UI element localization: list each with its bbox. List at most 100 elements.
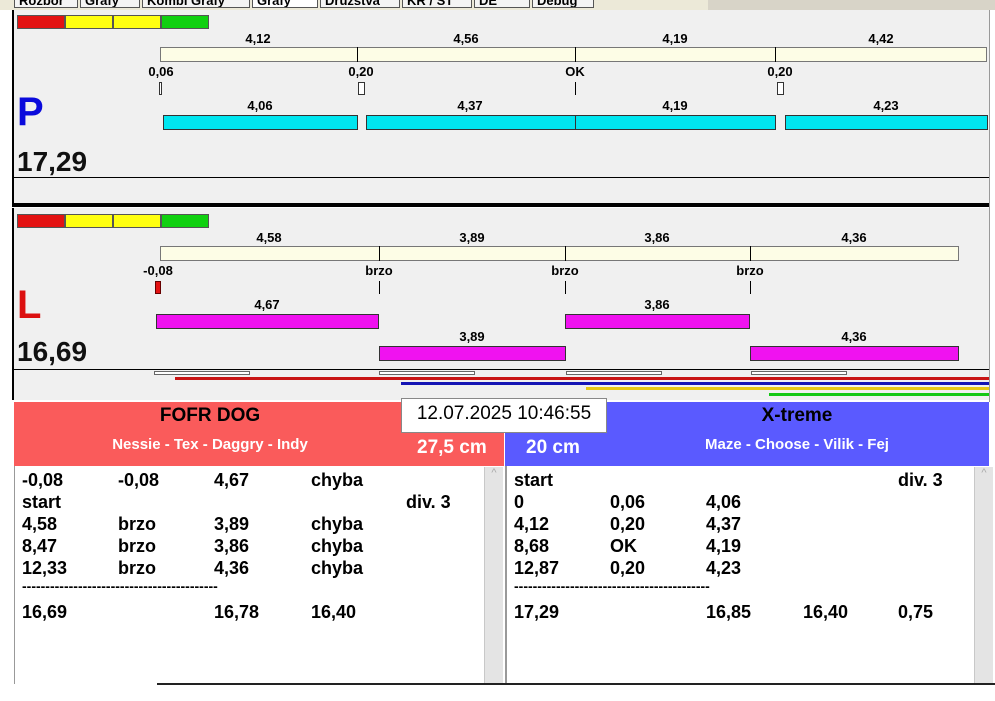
p-run-bar-3	[575, 115, 776, 130]
l-ruler-label-1: 4,58	[256, 230, 282, 245]
list-cell: 4,67	[214, 470, 250, 490]
l-baseline	[12, 369, 990, 370]
light-yellow-1	[65, 15, 113, 29]
l-run-bar-4	[750, 346, 959, 361]
side-label-p: P	[17, 90, 44, 134]
l-run-bar-1	[156, 314, 379, 329]
datetime-display: 12.07.2025 10:46:55	[401, 398, 607, 433]
list-cell: 8,68	[514, 536, 550, 556]
list-cell: brzo	[118, 536, 156, 556]
p-total-time: 17,29	[17, 146, 88, 177]
list-cell: 8,47	[22, 536, 58, 556]
l-run-label-2: 3,89	[459, 329, 485, 344]
summary-cell: 16,69	[22, 602, 68, 622]
list-cell: -0,08	[118, 470, 160, 490]
tab-druzstva[interactable]: Družstva	[320, 0, 400, 8]
list-cell: 3,86	[214, 536, 250, 556]
l-reaction-label-2: brzo	[365, 263, 393, 278]
l-ruler-tick	[565, 246, 566, 261]
list-cell: 4,12	[514, 514, 550, 534]
tab-debug[interactable]: Debug	[532, 0, 594, 8]
compare-segment	[566, 371, 662, 375]
right-team-members: Maze - Choose - Vilik - Fej	[705, 436, 889, 453]
list-cell: 4,36	[214, 558, 250, 578]
l-reaction-tick	[379, 281, 380, 294]
compare-segment	[154, 371, 250, 375]
left-team-name: FOFR DOG	[159, 405, 261, 426]
right-team-name: X-treme	[761, 405, 833, 426]
p-reaction-box	[358, 82, 365, 95]
tab-rozbor[interactable]: Rozbor	[14, 0, 78, 8]
list-separator: ----------------------------------------…	[22, 578, 218, 594]
list-cell: 0	[514, 492, 525, 512]
compare-segment	[751, 371, 847, 375]
list-separator: ----------------------------------------…	[514, 578, 710, 594]
compare-segment	[379, 371, 475, 375]
l-ruler-label-3: 3,86	[644, 230, 670, 245]
light-red	[17, 214, 65, 228]
right-team-height: 20 cm	[526, 437, 580, 458]
tab-kombi-grafy[interactable]: Kombi Grafy	[142, 0, 250, 8]
tab-kr-st[interactable]: KR / ST	[402, 0, 472, 8]
p-ruler-label-3: 4,19	[662, 31, 688, 46]
summary-cell: 17,29	[514, 602, 560, 622]
bottom-border	[157, 683, 995, 685]
list-cell: 12,33	[22, 558, 68, 578]
list-cell: 4,37	[706, 514, 742, 534]
left-team-height: 27,5 cm	[417, 437, 487, 458]
tab-grafy-active[interactable]: Grafy	[252, 0, 318, 8]
list-cell: chyba	[311, 536, 364, 556]
p-baseline	[12, 177, 990, 178]
compare-bar-blue	[401, 382, 989, 385]
p-ruler-tick	[357, 47, 358, 62]
p-reaction-label-3: OK	[565, 64, 585, 79]
compare-bar-red	[175, 377, 989, 380]
side-label-l: L	[17, 283, 42, 327]
light-yellow-2	[113, 15, 161, 29]
list-cell: start	[514, 470, 554, 490]
light-green	[161, 15, 209, 29]
scroll-up-arrow-icon[interactable]: ^	[485, 467, 503, 479]
p-ruler-label-4: 4,42	[868, 31, 894, 46]
summary-cell: 0,75	[898, 602, 934, 622]
list-cell: chyba	[311, 514, 364, 534]
l-reaction-tick	[750, 281, 751, 294]
left-list-scrollbar[interactable]: ^	[484, 467, 503, 683]
tab-strip: Rozbor Grafy Kombi Grafy Grafy Družstva …	[0, 0, 995, 10]
compare-bar-yellow	[586, 387, 989, 390]
right-results-list: start div. 3 0 0,06 4,06 4,12 0,20 4,37 …	[514, 470, 974, 670]
p-reaction-label-2: 0,20	[348, 64, 374, 79]
p-reaction-label-1: 0,06	[148, 64, 174, 79]
tab-grafy[interactable]: Grafy	[80, 0, 140, 8]
p-reaction-box	[777, 82, 784, 95]
list-cell: 12,87	[514, 558, 560, 578]
l-ruler-label-4: 4,36	[841, 230, 867, 245]
left-results-list: -0,08 -0,08 4,67 chyba start div. 3 4,58…	[22, 470, 482, 670]
p-ruler-tick	[775, 47, 776, 62]
list-cell: chyba	[311, 558, 364, 578]
p-run-label-1: 4,06	[247, 98, 273, 113]
list-cell: 0,20	[610, 558, 646, 578]
p-ruler-tick	[575, 47, 576, 62]
right-list-scrollbar[interactable]: ^	[974, 467, 993, 683]
l-run-label-1: 4,67	[254, 297, 280, 312]
l-reaction-label-3: brzo	[551, 263, 579, 278]
p-run-bar-2	[366, 115, 576, 130]
scroll-up-arrow-icon[interactable]: ^	[975, 467, 993, 479]
l-ruler-tick	[750, 246, 751, 261]
list-cell: 4,19	[706, 536, 742, 556]
l-run-bar-3	[565, 314, 750, 329]
l-ruler-label-2: 3,89	[459, 230, 485, 245]
l-total-time: 16,69	[17, 336, 88, 367]
list-cell: 0,06	[610, 492, 646, 512]
l-time-ruler	[160, 246, 959, 261]
lane-divider	[12, 203, 990, 207]
list-cell: chyba	[311, 470, 364, 490]
p-reaction-label-4: 0,20	[767, 64, 793, 79]
tab-de[interactable]: DE	[474, 0, 530, 8]
summary-cell: 16,40	[803, 602, 849, 622]
p-run-bar-4	[785, 115, 988, 130]
summary-cell: 16,78	[214, 602, 260, 622]
light-yellow-1	[65, 214, 113, 228]
l-reaction-label-4: brzo	[736, 263, 764, 278]
